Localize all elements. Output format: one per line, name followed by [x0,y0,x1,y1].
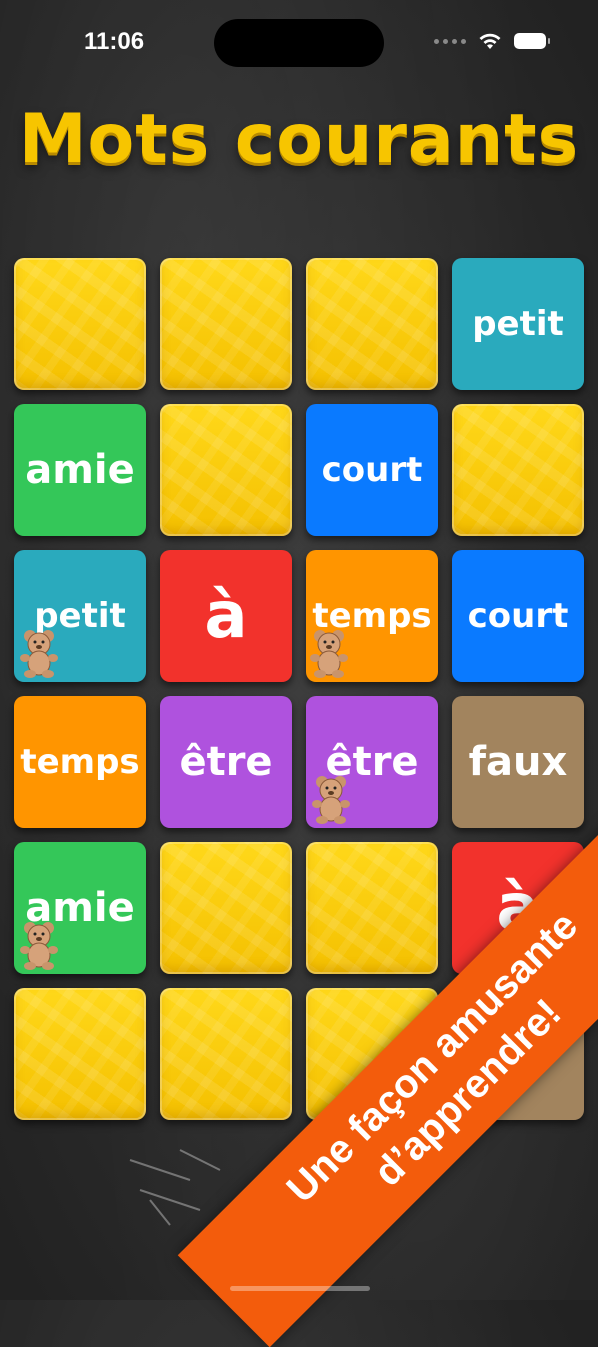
card-revealed[interactable]: court [306,404,438,536]
card-hidden[interactable] [160,988,292,1120]
card-hidden[interactable] [14,258,146,390]
card-word: amie [25,447,135,493]
status-time: 11:06 [84,28,145,55]
card-hidden[interactable] [160,258,292,390]
teddy-bear-icon [306,628,350,678]
card-revealed[interactable]: faux [452,696,584,828]
card-revealed[interactable]: temps [306,550,438,682]
card-word: temps [20,742,140,782]
battery-icon [514,33,550,49]
dynamic-island [214,19,384,67]
card-hidden[interactable] [306,842,438,974]
wifi-icon [479,33,501,49]
card-revealed[interactable]: être [160,696,292,828]
card-hidden[interactable] [160,404,292,536]
card-hidden[interactable] [14,988,146,1120]
teddy-bear-icon [16,920,60,970]
card-revealed[interactable]: amie [14,842,146,974]
status-icons [434,32,550,50]
card-word: à [204,579,248,653]
home-indicator[interactable] [230,1286,370,1291]
card-word: court [467,596,569,636]
card-word: petit [472,304,564,344]
card-revealed[interactable]: court [452,550,584,682]
card-revealed[interactable]: petit [452,258,584,390]
status-bar: 11:06 [0,0,598,90]
card-hidden[interactable] [160,842,292,974]
card-word: court [321,450,423,490]
card-hidden[interactable] [306,258,438,390]
card-revealed[interactable]: petit [14,550,146,682]
card-revealed[interactable]: amie [14,404,146,536]
card-word: faux [468,739,568,785]
card-revealed[interactable]: temps [14,696,146,828]
card-revealed[interactable]: à [160,550,292,682]
teddy-bear-icon [308,774,352,824]
signal-icon [434,38,466,44]
card-word: être [179,739,273,785]
card-hidden[interactable] [452,404,584,536]
teddy-bear-icon [16,628,60,678]
game-title: Mots courants [18,100,580,179]
card-revealed[interactable]: être [306,696,438,828]
